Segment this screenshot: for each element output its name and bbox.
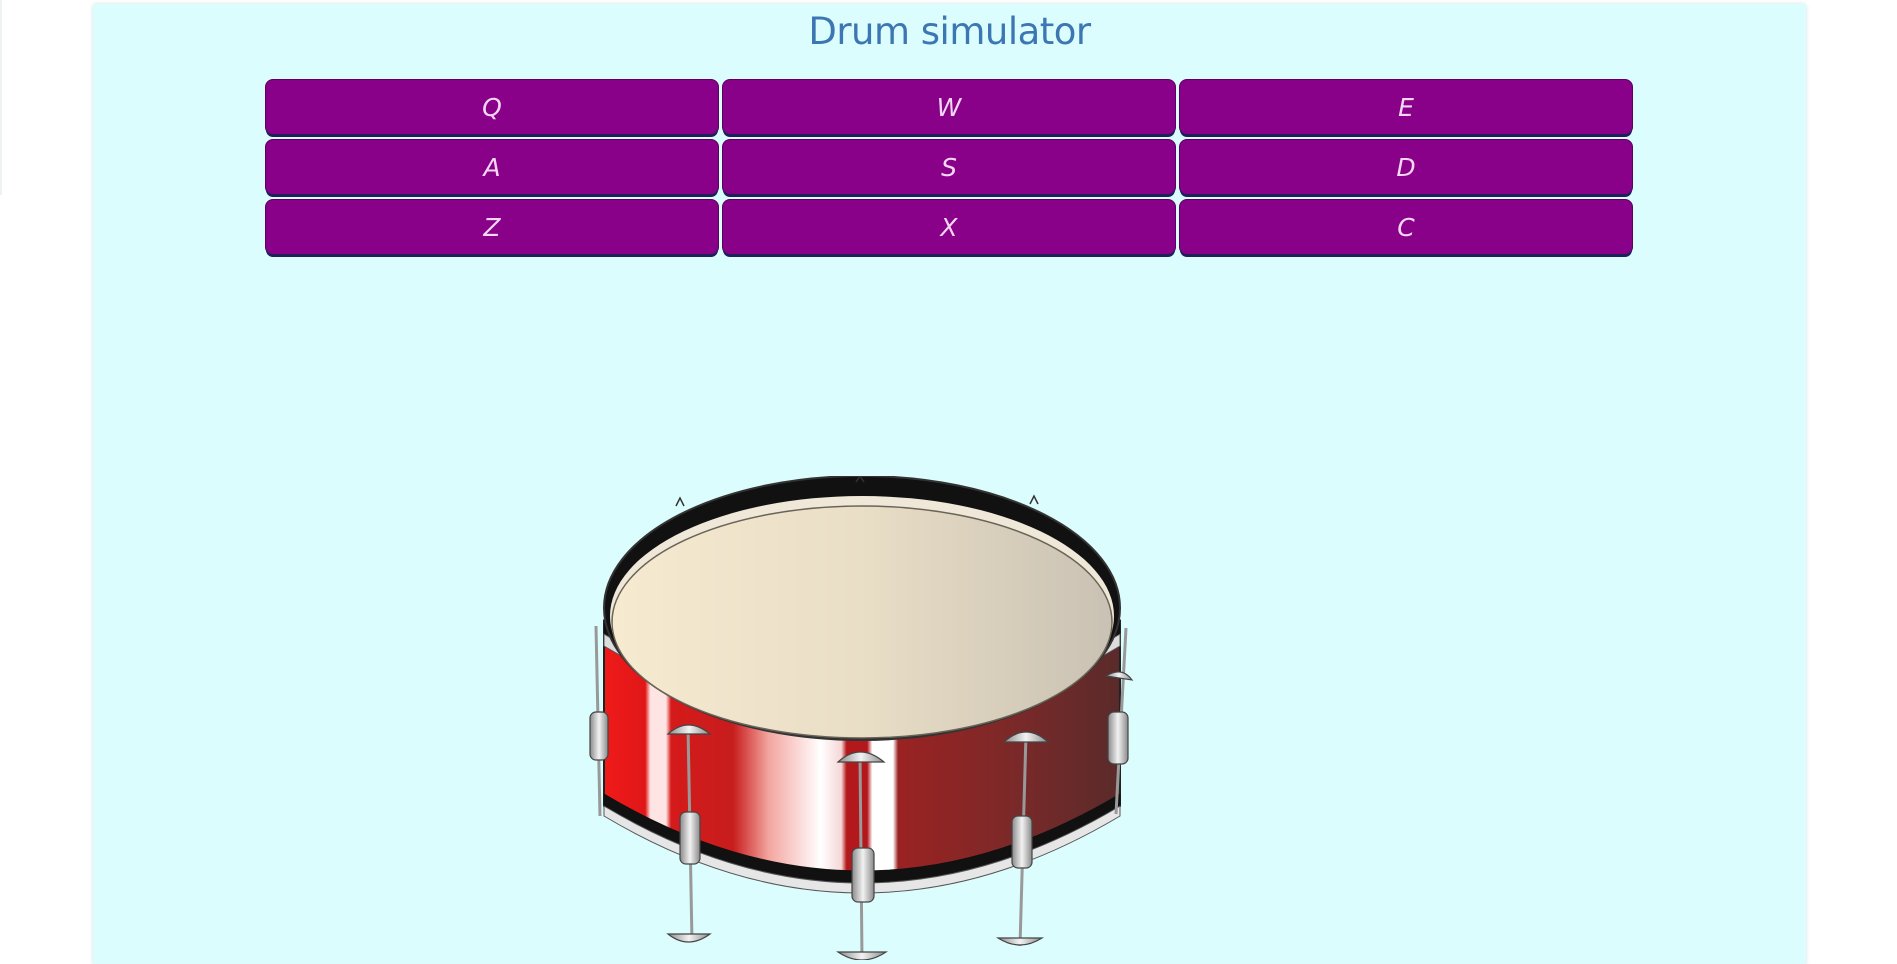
drum-pad-x[interactable]: X (723, 200, 1175, 254)
drum-pad-grid: Q W E A S D Z X C (266, 80, 1639, 254)
drum-pad-e[interactable]: E (1180, 80, 1632, 134)
page-title: Drum simulator (808, 10, 1091, 53)
page-edge (0, 0, 2, 195)
drum-pad-w[interactable]: W (723, 80, 1175, 134)
drum-pad-d[interactable]: D (1180, 140, 1632, 194)
drum-pad-q[interactable]: Q (266, 80, 718, 134)
drum-pad-s[interactable]: S (723, 140, 1175, 194)
drum-pad-a[interactable]: A (266, 140, 718, 194)
drum-pad-c[interactable]: C (1180, 200, 1632, 254)
drum-pad-z[interactable]: Z (266, 200, 718, 254)
snare-drum-image (586, 474, 1138, 961)
